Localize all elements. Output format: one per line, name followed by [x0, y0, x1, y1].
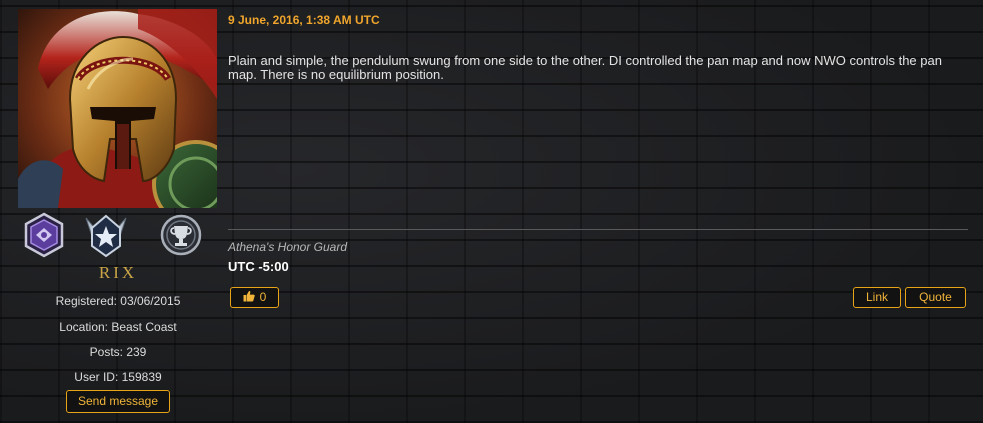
signature-timezone: UTC -5:00	[228, 259, 289, 274]
user-id: User ID: 159839	[74, 370, 162, 384]
post-body: Plain and simple, the pendulum swung fro…	[228, 53, 942, 82]
post-date: 9 June, 2016, 1:38 AM UTC	[228, 13, 380, 27]
silver-star-wings-rank-icon[interactable]	[84, 212, 128, 258]
username[interactable]: RIX	[0, 263, 236, 283]
like-button[interactable]: 0	[230, 287, 279, 308]
user-info-panel: RIX Registered: 03/06/2015 Location: Bea…	[0, 0, 236, 423]
trophy-rank-icon[interactable]	[159, 212, 203, 258]
signature-title: Athena's Honor Guard	[228, 240, 348, 254]
quote-button[interactable]: Quote	[905, 287, 966, 308]
spartan-warrior-avatar-image	[18, 9, 217, 208]
rank-badges	[18, 212, 217, 260]
post-count: Posts: 239	[89, 345, 147, 359]
thumbs-up-icon	[243, 290, 255, 302]
link-button[interactable]: Link	[853, 287, 901, 308]
send-message-button[interactable]: Send message	[66, 390, 170, 413]
avatar[interactable]	[18, 9, 217, 208]
registered-date: Registered: 03/06/2015	[55, 294, 181, 308]
like-count: 0	[259, 290, 267, 304]
signature-divider	[228, 229, 968, 230]
user-location: Location: Beast Coast	[59, 320, 177, 334]
forum-post: RIX Registered: 03/06/2015 Location: Bea…	[0, 0, 983, 423]
purple-hexagon-rank-icon[interactable]	[22, 212, 66, 258]
